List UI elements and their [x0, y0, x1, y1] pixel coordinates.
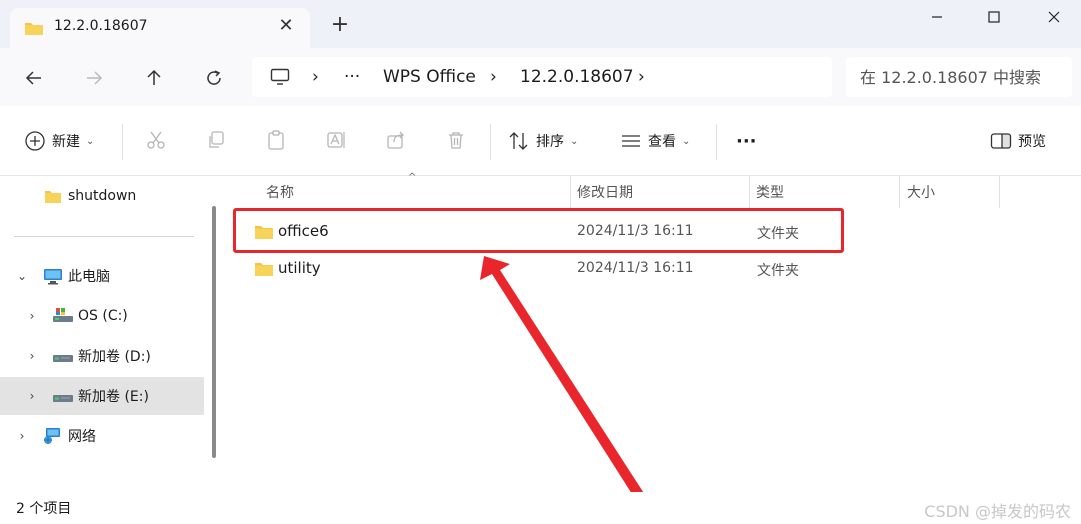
sidebar-item-label: shutdown [68, 188, 137, 204]
back-button[interactable] [18, 62, 50, 94]
sort-button[interactable]: 排序 ⌄ [508, 126, 578, 156]
folder-icon [254, 261, 274, 281]
sidebar-item-d-drive[interactable]: › 新加卷 (D:) [0, 337, 204, 375]
chevron-down-icon: ⌄ [682, 135, 691, 147]
status-bar: 2 个项目 CSDN @掉发的码农 [0, 492, 1081, 524]
view-label: 查看 [648, 134, 676, 150]
drive-icon [52, 348, 74, 368]
divider [716, 124, 717, 160]
column-header-name[interactable]: 名称 [266, 176, 294, 208]
sidebar-item-c-drive[interactable]: › OS (C:) [0, 297, 204, 335]
preview-pane-icon [990, 133, 1012, 149]
tab-current[interactable]: 12.2.0.18607 ✕ [10, 8, 310, 48]
forward-button[interactable] [78, 62, 110, 94]
sidebar-divider [14, 236, 194, 237]
sidebar-item-this-pc[interactable]: ⌄ 此电脑 [0, 257, 204, 295]
chevron-right-icon[interactable]: › [25, 309, 39, 323]
sort-ascending-icon: ^ [408, 172, 417, 183]
folder-icon [44, 189, 62, 208]
item-count: 2 个项目 [16, 501, 72, 517]
address-row: › ··· WPS Office › 12.2.0.18607 › [0, 48, 1081, 106]
crumb-overflow[interactable]: ··· [344, 67, 360, 87]
preview-button[interactable]: 预览 [990, 126, 1046, 156]
chevron-right-icon[interactable]: › [25, 389, 39, 403]
view-list-icon [622, 135, 640, 147]
network-icon [42, 427, 64, 449]
delete-icon[interactable] [444, 128, 468, 152]
chevron-right-icon[interactable]: › [25, 349, 39, 363]
more-options-button[interactable]: ··· [736, 126, 757, 156]
column-header-type[interactable]: 类型 [756, 176, 784, 208]
table-row[interactable]: utility 2024/11/3 16:11 文件夹 [246, 251, 846, 287]
up-button[interactable] [138, 62, 170, 94]
chevron-down-icon: ⌄ [570, 135, 579, 147]
preview-label: 预览 [1018, 134, 1046, 150]
search-box[interactable] [846, 57, 1072, 97]
new-label: 新建 [52, 134, 80, 150]
column-header-size[interactable]: 大小 [907, 176, 935, 208]
drive-icon [52, 308, 74, 328]
tab-strip: 12.2.0.18607 ✕ + [0, 0, 1081, 48]
drive-icon [52, 388, 74, 408]
maximize-button[interactable] [964, 0, 1024, 34]
rename-icon[interactable] [324, 128, 348, 152]
cut-icon[interactable] [144, 128, 168, 152]
column-divider[interactable] [749, 176, 750, 208]
new-tab-button[interactable]: + [328, 14, 352, 36]
sidebar-item-label: 此电脑 [68, 269, 110, 285]
chevron-down-icon: ⌄ [86, 135, 95, 147]
close-button[interactable] [1024, 0, 1081, 34]
computer-icon [43, 268, 63, 289]
divider [490, 124, 491, 160]
column-divider[interactable] [570, 176, 571, 208]
sidebar-scrollbar[interactable] [212, 206, 216, 458]
command-bar: 新建 ⌄ 排序 ⌄ 查看 ⌄ ··· 预览 [0, 106, 1081, 176]
copy-icon[interactable] [204, 128, 228, 152]
watermark: CSDN @掉发的码农 [924, 502, 1071, 521]
divider [122, 124, 123, 160]
tab-title: 12.2.0.18607 [54, 18, 148, 34]
navigation-pane: shutdown ⌄ 此电脑 › OS (C:) › 新加卷 (D:) › 新加… [0, 176, 216, 492]
crumb-version[interactable]: 12.2.0.18607 [520, 67, 634, 87]
view-button[interactable]: 查看 ⌄ [620, 126, 690, 156]
sidebar-item-e-drive[interactable]: › 新加卷 (E:) [0, 377, 204, 415]
monitor-icon [270, 68, 290, 90]
paste-icon[interactable] [264, 128, 288, 152]
search-input[interactable] [846, 57, 1072, 97]
crumb-separator: › [312, 67, 319, 87]
minimize-button[interactable] [907, 0, 967, 34]
file-name: utility [278, 259, 321, 277]
share-icon[interactable] [384, 128, 408, 152]
highlight-box [233, 208, 844, 253]
sidebar-item-label: 新加卷 (E:) [78, 389, 149, 405]
chevron-down-icon[interactable]: ⌄ [15, 269, 29, 283]
new-button[interactable]: 新建 ⌄ [24, 126, 94, 156]
sidebar-item-label: 网络 [68, 429, 96, 445]
column-header-modified[interactable]: 修改日期 [577, 176, 633, 208]
chevron-right-icon[interactable]: › [15, 429, 29, 443]
crumb-separator: › [490, 67, 497, 87]
sort-label: 排序 [536, 134, 564, 150]
column-divider[interactable] [999, 176, 1000, 208]
file-modified: 2024/11/3 16:11 [577, 260, 694, 276]
folder-icon [24, 20, 44, 40]
address-bar[interactable]: › ··· WPS Office › 12.2.0.18607 › [252, 57, 832, 97]
sidebar-item-network[interactable]: › 网络 [0, 417, 204, 455]
crumb-separator[interactable]: › [638, 67, 645, 87]
file-type: 文件夹 [757, 263, 799, 279]
refresh-button[interactable] [198, 62, 230, 94]
sort-icon [509, 132, 528, 150]
column-divider[interactable] [899, 176, 900, 208]
sidebar-item-shutdown[interactable]: shutdown [0, 177, 204, 215]
plus-circle-icon [25, 131, 45, 151]
sidebar-item-label: OS (C:) [78, 308, 128, 324]
sidebar-item-label: 新加卷 (D:) [78, 349, 151, 365]
tab-close-icon[interactable]: ✕ [276, 16, 296, 36]
crumb-wps-office[interactable]: WPS Office [383, 67, 476, 87]
